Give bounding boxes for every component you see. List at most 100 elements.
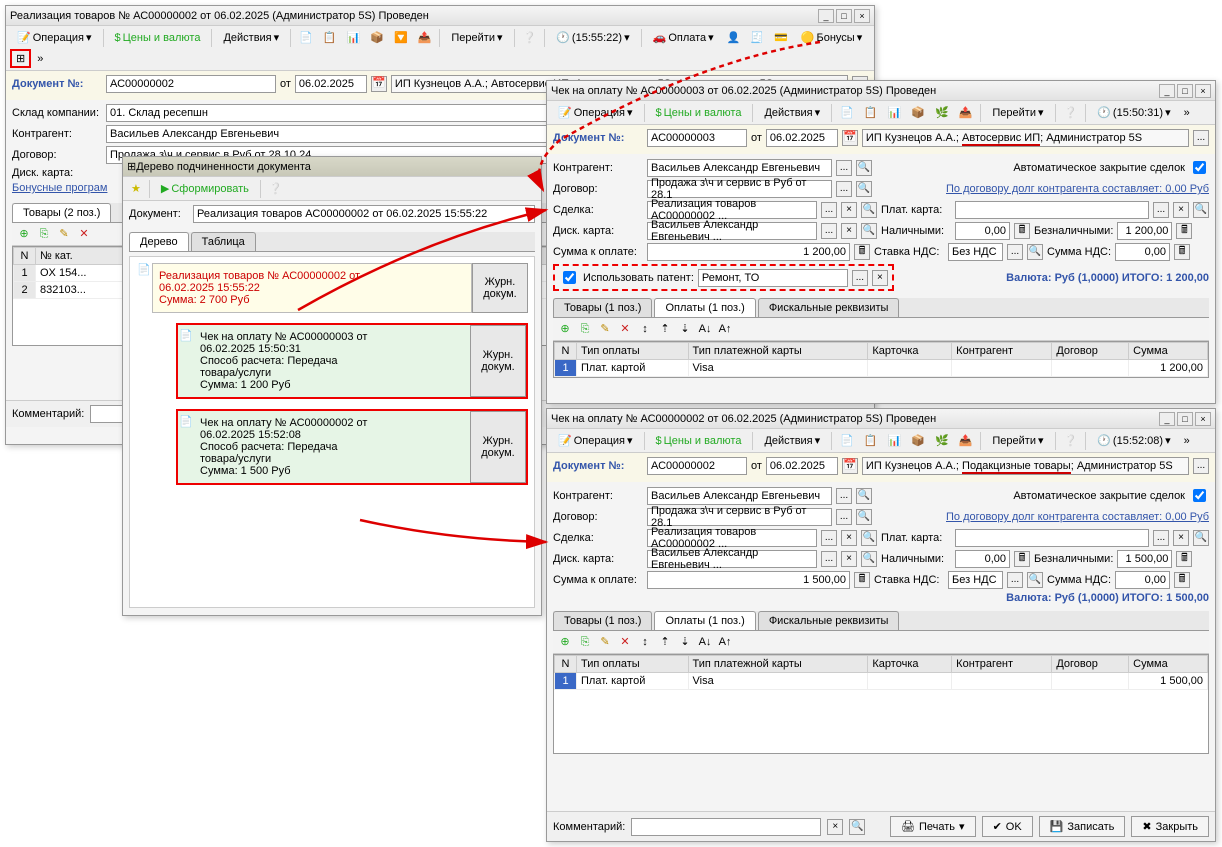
payments-grid[interactable]: NТип оплатыТип платежной картыКарточкаКо… <box>553 341 1209 378</box>
more-icon[interactable]: » <box>1180 432 1194 450</box>
clear-button[interactable]: × <box>841 223 857 239</box>
search-button[interactable]: 🔍 <box>1027 244 1043 260</box>
auto-close-checkbox[interactable] <box>1193 489 1206 502</box>
operation-menu[interactable]: 📝 Операция ▾ <box>10 28 99 47</box>
maximize-button[interactable]: □ <box>1177 84 1193 98</box>
search-button[interactable]: 🔍 <box>856 488 872 504</box>
delete-icon[interactable]: ✕ <box>617 634 633 650</box>
tool-icon[interactable]: 📋 <box>319 28 341 47</box>
calc-icon[interactable]: 🖩 <box>1014 223 1030 239</box>
tool-icon[interactable]: 📊 <box>884 431 906 450</box>
doc-no-field[interactable]: АС00000002 <box>647 457 747 475</box>
clone-icon[interactable]: ⎘ <box>36 226 52 242</box>
search-button[interactable]: 🔍 <box>861 530 877 546</box>
doc-no-field[interactable]: АС00000003 <box>647 129 747 147</box>
tool-icon[interactable]: 🌿 <box>931 431 953 450</box>
tool-icon[interactable]: 📤 <box>955 431 977 450</box>
table-row[interactable]: 1Плат. картойVisa1 500,00 <box>555 673 1208 690</box>
actions-menu[interactable]: Действия ▾ <box>757 103 827 122</box>
paycard-field[interactable] <box>955 201 1149 219</box>
select-button[interactable]: ... <box>1153 530 1169 546</box>
search-button[interactable]: 🔍 <box>856 509 872 525</box>
calc-icon[interactable]: 🖩 <box>854 572 870 588</box>
clear-button[interactable]: × <box>841 551 857 567</box>
time-badge[interactable]: 🕐(15:52:08)▾ <box>1090 431 1177 450</box>
clear-button[interactable]: × <box>827 819 843 835</box>
select-button[interactable]: ... <box>836 488 852 504</box>
tool-icon[interactable]: 📊 <box>884 103 906 122</box>
star-icon[interactable]: ★ <box>127 179 145 198</box>
cash-field[interactable]: 0,00 <box>955 550 1010 568</box>
calc-icon[interactable]: 🖩 <box>1174 572 1190 588</box>
clone-icon[interactable]: ⎘ <box>577 321 593 337</box>
select-button[interactable]: ... <box>1193 130 1209 146</box>
patent-checkbox[interactable] <box>563 271 576 284</box>
bonus-link[interactable]: Бонусные програм <box>12 182 107 194</box>
maximize-button[interactable]: □ <box>836 9 852 23</box>
operation-menu[interactable]: 📝 Операция ▾ <box>551 103 640 122</box>
tool-icon[interactable]: 📊 <box>343 28 365 47</box>
counterparty-field[interactable]: Васильев Александр Евгеньевич <box>647 487 832 505</box>
counterparty-field[interactable]: Васильев Александр Евгеньевич <box>647 159 832 177</box>
comment-field[interactable] <box>631 818 821 836</box>
col-n[interactable]: N <box>14 248 36 265</box>
edit-icon[interactable]: ✎ <box>597 321 613 337</box>
tool-icon[interactable]: 📄 <box>836 431 858 450</box>
search-button[interactable]: 🔍 <box>1193 202 1209 218</box>
doc-date-field[interactable]: 06.02.2025 <box>295 75 367 93</box>
sort-za-icon[interactable]: A↑ <box>717 321 733 337</box>
tree-root[interactable]: Реализация товаров № АС00000002 от 06.02… <box>152 263 472 313</box>
close-button[interactable]: × <box>1195 412 1211 426</box>
search-button[interactable]: 🔍 <box>856 181 872 197</box>
calc-icon[interactable]: 🖩 <box>854 244 870 260</box>
col-cardtype[interactable]: Тип платежной карты <box>688 656 868 673</box>
delete-icon[interactable]: ✕ <box>76 226 92 242</box>
minimize-button[interactable]: _ <box>1159 412 1175 426</box>
clone-icon[interactable]: ⎘ <box>577 634 593 650</box>
deal-field[interactable]: Реализация товаров АС00000002 ... <box>647 201 817 219</box>
patent-field[interactable]: Ремонт, ТО <box>698 269 848 287</box>
tool-icon[interactable]: 📦 <box>907 103 929 122</box>
tool-icon[interactable]: 📦 <box>907 431 929 450</box>
calendar-icon[interactable]: 📅 <box>842 458 858 474</box>
cashless-field[interactable]: 1 200,00 <box>1117 222 1172 240</box>
delete-icon[interactable]: ✕ <box>617 321 633 337</box>
price-button[interactable]: $ Цены и валюта <box>649 432 749 450</box>
select-button[interactable]: ... <box>1007 572 1023 588</box>
clear-button[interactable]: × <box>1173 530 1189 546</box>
col-contract[interactable]: Договор <box>1052 343 1129 360</box>
contract-field[interactable]: Продажа з\ч и сервис в Руб от 28.1 <box>647 508 832 526</box>
tool-icon[interactable]: 🧾 <box>746 28 768 47</box>
select-button[interactable]: ... <box>821 551 837 567</box>
goto-menu[interactable]: Перейти ▾ <box>985 103 1050 122</box>
maximize-button[interactable]: □ <box>1177 412 1193 426</box>
tab-table[interactable]: Таблица <box>191 232 256 251</box>
tree-child-1[interactable]: Чек на оплату № АС00000003 от06.02.2025 … <box>194 325 470 397</box>
move-up-icon[interactable]: ⇡ <box>657 321 673 337</box>
col-counterparty[interactable]: Контрагент <box>952 656 1052 673</box>
sort-az-icon[interactable]: A↓ <box>697 321 713 337</box>
calc-icon[interactable]: 🖩 <box>1176 551 1192 567</box>
tab-payments[interactable]: Оплаты (1 поз.) <box>654 611 755 630</box>
debt-link[interactable]: По договору долг контрагента составляет:… <box>876 511 1209 523</box>
paycard-field[interactable] <box>955 529 1149 547</box>
payment-button[interactable]: 🚗Оплата▾ <box>646 28 721 47</box>
discount-field[interactable]: Васильев Александр Евгеньевич ... <box>647 222 817 240</box>
minimize-button[interactable]: _ <box>1159 84 1175 98</box>
tool-icon[interactable]: 🔽 <box>390 28 412 47</box>
tool-icon[interactable]: 📦 <box>366 28 388 47</box>
col-type[interactable]: Тип оплаты <box>577 343 689 360</box>
doc-date-field[interactable]: 06.02.2025 <box>766 129 838 147</box>
search-button[interactable]: 🔍 <box>861 551 877 567</box>
tool-icon[interactable]: 📋 <box>860 431 882 450</box>
doc-field[interactable]: Реализация товаров АС00000002 от 06.02.2… <box>193 205 535 223</box>
vat-sum-field[interactable]: 0,00 <box>1115 571 1170 589</box>
tab-fiscal[interactable]: Фискальные реквизиты <box>758 611 900 630</box>
doc-date-field[interactable]: 06.02.2025 <box>766 457 838 475</box>
tab-goods[interactable]: Товары (2 поз.) <box>12 203 111 222</box>
time-badge[interactable]: 🕐(15:50:31)▾ <box>1090 103 1177 122</box>
tab-payments[interactable]: Оплаты (1 поз.) <box>654 298 755 317</box>
clear-button[interactable]: × <box>841 202 857 218</box>
clear-button[interactable]: × <box>841 530 857 546</box>
select-button[interactable]: ... <box>836 181 852 197</box>
